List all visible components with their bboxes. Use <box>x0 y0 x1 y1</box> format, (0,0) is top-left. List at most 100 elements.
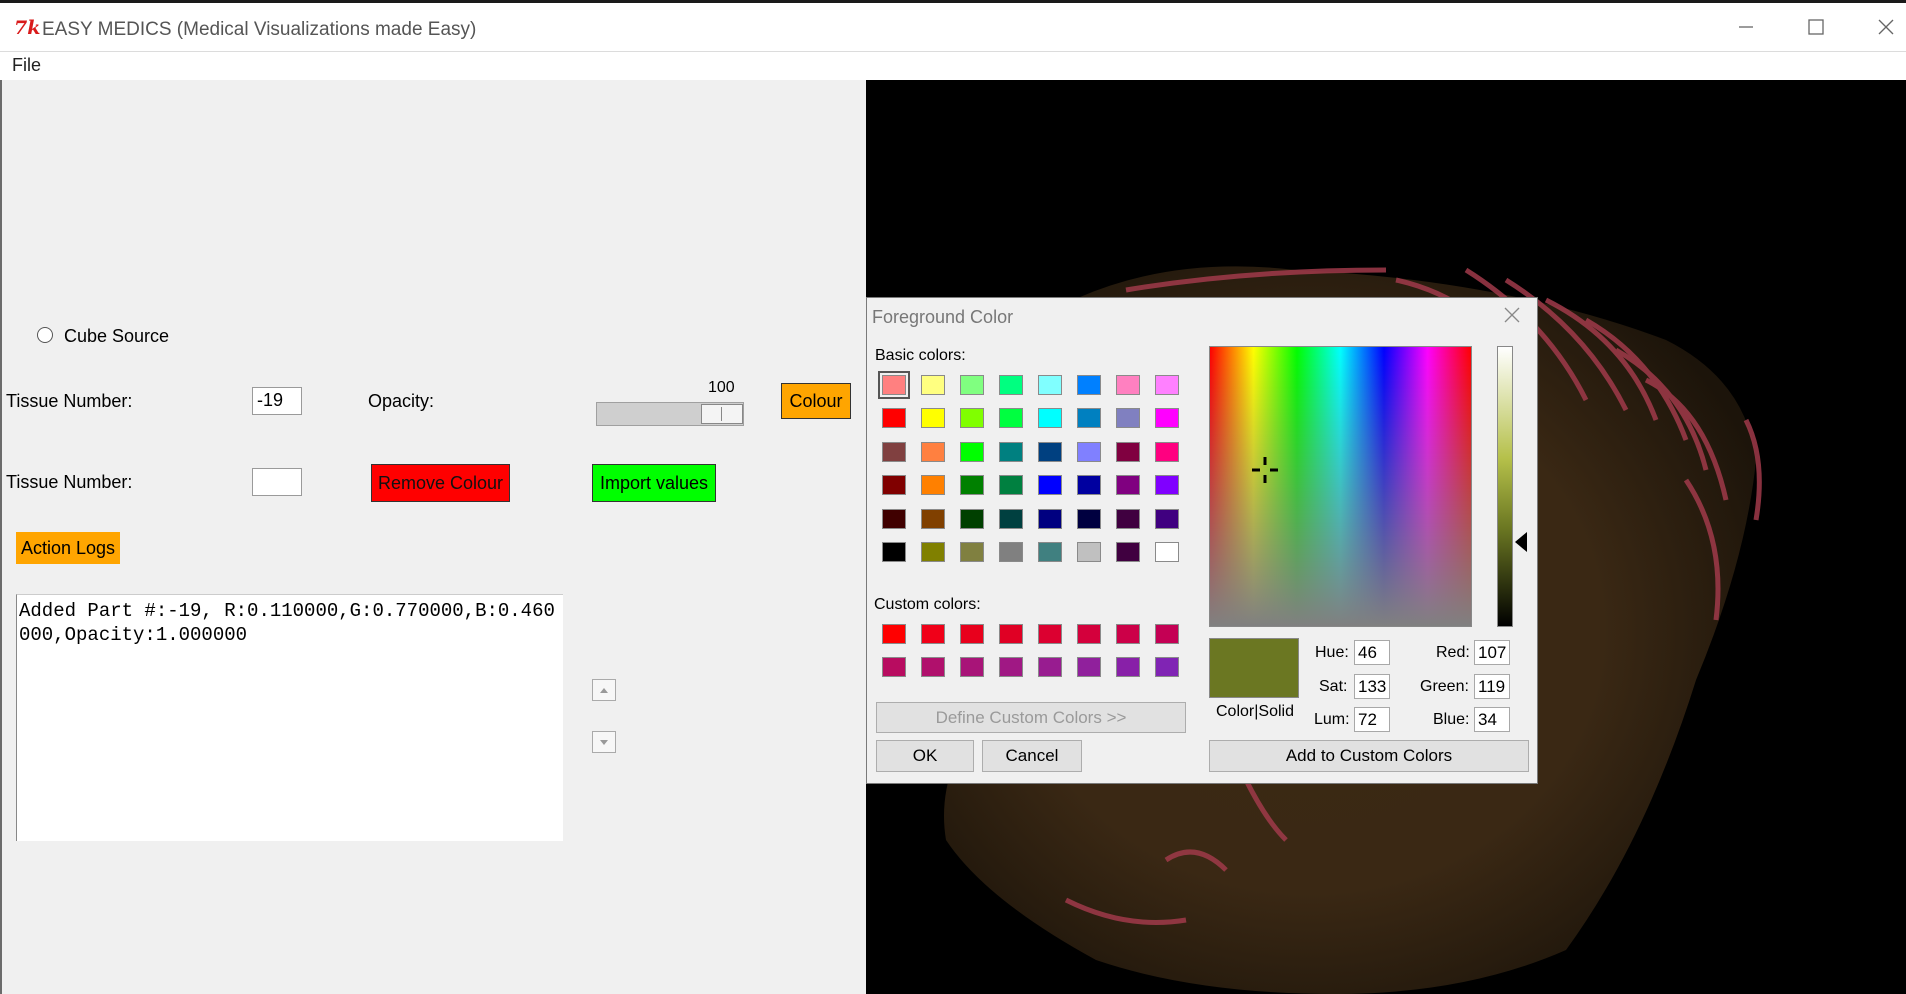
basic-color-swatch[interactable] <box>882 441 906 462</box>
opacity-slider-thumb[interactable] <box>701 404 743 424</box>
custom-color-swatch[interactable] <box>999 624 1023 644</box>
basic-color-swatch[interactable] <box>921 441 945 462</box>
basic-color-swatch[interactable] <box>960 441 984 462</box>
custom-color-swatch[interactable] <box>1116 657 1140 678</box>
basic-color-swatch[interactable] <box>960 508 984 529</box>
dialog-close-icon[interactable] <box>1503 306 1521 324</box>
basic-color-swatch[interactable] <box>999 542 1023 562</box>
custom-color-swatch[interactable] <box>1038 624 1062 644</box>
hue-label: Hue: <box>1315 644 1349 661</box>
basic-color-swatch[interactable] <box>1155 408 1179 429</box>
custom-color-swatch[interactable] <box>999 657 1023 678</box>
custom-color-swatch[interactable] <box>960 624 984 644</box>
custom-color-swatch[interactable] <box>1155 657 1179 678</box>
basic-color-swatch[interactable] <box>1116 408 1140 429</box>
import-values-button[interactable]: Import values <box>592 464 716 502</box>
custom-color-swatch[interactable] <box>882 657 906 678</box>
basic-color-swatch[interactable] <box>882 508 906 529</box>
basic-color-swatch[interactable] <box>1038 542 1062 562</box>
custom-color-swatch[interactable] <box>921 657 945 678</box>
basic-color-swatch[interactable] <box>1155 508 1179 529</box>
basic-color-swatch[interactable] <box>1116 508 1140 529</box>
basic-color-swatch[interactable] <box>999 441 1023 462</box>
cube-source-radio[interactable] <box>37 327 53 343</box>
basic-color-swatch[interactable] <box>1116 375 1140 395</box>
blue-input[interactable]: 34 <box>1474 707 1510 732</box>
basic-color-swatch[interactable] <box>960 408 984 429</box>
minimize-icon <box>1739 26 1753 28</box>
basic-color-swatch[interactable] <box>999 475 1023 496</box>
custom-color-swatch[interactable] <box>1116 624 1140 644</box>
basic-color-swatch[interactable] <box>921 475 945 496</box>
basic-color-swatch[interactable] <box>1077 441 1101 462</box>
basic-color-swatch[interactable] <box>882 542 906 562</box>
basic-color-swatch[interactable] <box>1155 542 1179 562</box>
basic-color-swatch[interactable] <box>921 542 945 562</box>
custom-color-swatch[interactable] <box>960 657 984 678</box>
basic-color-swatch[interactable] <box>1038 475 1062 496</box>
hue-input[interactable]: 46 <box>1354 640 1390 665</box>
cancel-button[interactable]: Cancel <box>982 740 1082 772</box>
basic-color-swatch[interactable] <box>921 408 945 429</box>
ok-button[interactable]: OK <box>876 740 974 772</box>
basic-color-swatch[interactable] <box>960 475 984 496</box>
basic-color-swatch[interactable] <box>921 375 945 395</box>
basic-color-swatch[interactable] <box>999 375 1023 395</box>
custom-color-swatch[interactable] <box>1077 624 1101 644</box>
basic-color-swatch[interactable] <box>1077 542 1101 562</box>
minimize-button[interactable] <box>1716 3 1776 51</box>
custom-color-swatch[interactable] <box>1155 624 1179 644</box>
red-input[interactable]: 107 <box>1474 640 1510 665</box>
basic-color-swatch[interactable] <box>1155 375 1179 395</box>
basic-color-swatch[interactable] <box>921 508 945 529</box>
tissue-number-input-2[interactable] <box>252 468 302 496</box>
color-spectrum[interactable] <box>1209 346 1472 627</box>
basic-color-swatch[interactable] <box>1077 508 1101 529</box>
menu-file[interactable]: File <box>12 55 41 76</box>
basic-color-swatch[interactable] <box>1116 441 1140 462</box>
action-logs-button[interactable]: Action Logs <box>16 532 120 564</box>
luminance-slider[interactable] <box>1497 346 1513 627</box>
remove-colour-button[interactable]: Remove Colour <box>371 464 510 502</box>
basic-color-swatch[interactable] <box>1155 441 1179 462</box>
basic-color-swatch[interactable] <box>1116 542 1140 562</box>
basic-color-swatch[interactable] <box>1077 475 1101 496</box>
basic-color-swatch[interactable] <box>1077 375 1101 395</box>
custom-color-swatch[interactable] <box>921 624 945 644</box>
basic-color-swatch[interactable] <box>999 408 1023 429</box>
sat-input[interactable]: 133 <box>1354 674 1390 699</box>
colour-button[interactable]: Colour <box>781 383 851 419</box>
basic-color-swatch[interactable] <box>960 375 984 395</box>
scroll-up-button[interactable] <box>592 679 616 701</box>
green-input[interactable]: 119 <box>1474 674 1510 699</box>
custom-color-swatch[interactable] <box>1077 657 1101 678</box>
basic-color-swatch[interactable] <box>1038 441 1062 462</box>
close-window-button[interactable] <box>1856 3 1906 51</box>
basic-color-swatch[interactable] <box>960 542 984 562</box>
basic-color-swatch[interactable] <box>1116 475 1140 496</box>
lum-input[interactable]: 72 <box>1354 707 1390 732</box>
basic-color-swatch[interactable] <box>999 508 1023 529</box>
luminance-arrow-icon[interactable] <box>1515 532 1529 552</box>
basic-color-swatch[interactable] <box>882 475 906 496</box>
scroll-down-button[interactable] <box>592 731 616 753</box>
menu-bar: File <box>0 52 1906 80</box>
define-custom-colors-button[interactable]: Define Custom Colors >> <box>876 702 1186 733</box>
add-to-custom-colors-button[interactable]: Add to Custom Colors <box>1209 740 1529 772</box>
maximize-button[interactable] <box>1786 3 1846 51</box>
basic-color-swatch[interactable] <box>878 371 910 399</box>
cube-source-label: Cube Source <box>64 326 170 346</box>
basic-color-swatch[interactable] <box>882 408 906 429</box>
lum-label: Lum: <box>1314 711 1350 728</box>
basic-color-swatch[interactable] <box>1077 408 1101 429</box>
custom-color-swatch[interactable] <box>1038 657 1062 678</box>
title-bar[interactable]: 7k EASY MEDICS (Medical Visualizations m… <box>0 3 1906 52</box>
custom-colors-label: Custom colors: <box>874 596 981 613</box>
basic-color-swatch[interactable] <box>1038 375 1062 395</box>
basic-color-swatch[interactable] <box>1038 408 1062 429</box>
tissue-number-input[interactable]: -19 <box>252 387 302 415</box>
custom-color-swatch[interactable] <box>882 624 906 644</box>
basic-color-swatch[interactable] <box>1038 508 1062 529</box>
action-log-textbox[interactable]: Added Part #:-19, R:0.110000,G:0.770000,… <box>16 594 563 841</box>
basic-color-swatch[interactable] <box>1155 475 1179 496</box>
